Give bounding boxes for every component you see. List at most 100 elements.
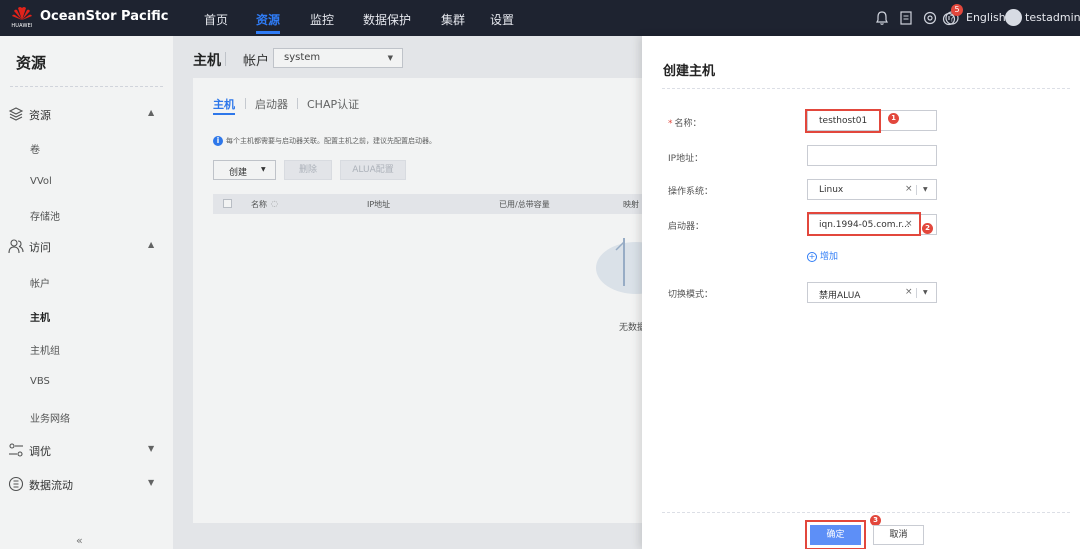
nav-data-protection[interactable]: 数据保护 (363, 11, 411, 28)
add-initiator-link[interactable]: + 增加 (807, 249, 838, 262)
sidebar-divider (10, 86, 163, 87)
clear-icon[interactable]: × (905, 287, 913, 297)
logo-text: HUAWEI (11, 23, 33, 29)
sidebar-item-storage-pool[interactable]: 存储池 (30, 208, 60, 223)
bell-icon[interactable] (874, 10, 890, 26)
sidebar-item-host-group[interactable]: 主机组 (30, 342, 60, 357)
column-mapping[interactable]: 映射 (623, 199, 639, 210)
notification-badge: 5 (951, 4, 963, 16)
sidebar-group-label: 数据流动 (29, 479, 73, 492)
switch-mode-label: 切换模式： (668, 290, 714, 300)
page-title: 主机 (193, 53, 221, 69)
plus-circle-icon: + (807, 252, 817, 262)
users-icon (8, 239, 24, 254)
column-capacity[interactable]: 已用/总带容量 (499, 199, 550, 210)
highlight-box-name (805, 109, 881, 133)
chevron-up-icon: ▲ (148, 240, 155, 249)
os-label: 操作系统： (668, 187, 714, 197)
account-select[interactable]: system ▼ (273, 48, 403, 68)
info-icon: i (213, 136, 223, 146)
collapse-sidebar-icon[interactable]: « (76, 534, 83, 547)
sidebar-group-label: 资源 (29, 109, 51, 122)
huawei-logo: HUAWEI (8, 4, 36, 32)
page-header: 主机 帐户 system ▼ (173, 36, 653, 78)
sidebar-item-service-network[interactable]: 业务网络 (30, 410, 70, 425)
sidebar-item-host[interactable]: 主机 (30, 309, 50, 324)
column-name[interactable]: 名称 (251, 199, 267, 210)
huawei-flower-icon (12, 7, 32, 20)
select-divider (916, 185, 917, 195)
sidebar-group-tuning[interactable]: 调优 ▼ (8, 440, 165, 460)
sidebar-item-vvol[interactable]: VVol (30, 176, 52, 187)
column-ip[interactable]: IP地址 (367, 199, 390, 210)
tuning-icon (9, 443, 23, 457)
sidebar-item-volume[interactable]: 卷 (30, 141, 40, 156)
user-name[interactable]: testadmin (1025, 11, 1080, 24)
hint-text: 每个主机都需要与启动器关联。配置主机之前，建议先配置启动器。 (226, 137, 436, 145)
ip-input[interactable] (807, 145, 937, 166)
chevron-down-icon: ▼ (148, 478, 155, 487)
sidebar-group-label: 访问 (29, 241, 51, 254)
highlight-box-initiator (807, 212, 921, 236)
switch-mode-value: 禁用ALUA (819, 291, 861, 301)
tab-initiator[interactable]: 启动器 (255, 96, 288, 112)
clear-icon[interactable]: × (905, 184, 913, 194)
sidebar: 资源 资源 ▲ 卷 VVol 存储池 访问 ▲ 帐户 主机 主机组 VBS 业务… (0, 36, 173, 549)
os-select[interactable]: Linux × ▼ (807, 179, 937, 200)
tab-chap[interactable]: CHAP认证 (307, 96, 359, 112)
switch-mode-select[interactable]: 禁用ALUA × ▼ (807, 282, 937, 303)
nav-resources[interactable]: 资源 (256, 11, 281, 34)
header-divider (225, 52, 226, 66)
nav-home[interactable]: 首页 (204, 11, 228, 28)
ip-label: IP地址： (668, 154, 704, 164)
add-label: 增加 (820, 252, 839, 262)
chevron-down-icon: ▼ (387, 54, 393, 62)
initiator-label: 启动器： (668, 222, 705, 232)
nav-cluster[interactable]: 集群 (441, 11, 465, 28)
account-label: 帐户 (243, 54, 270, 69)
cancel-button[interactable]: 取消 (873, 525, 924, 545)
highlight-box-confirm (805, 520, 866, 549)
drawer-title: 创建主机 (663, 64, 716, 79)
task-icon[interactable] (898, 10, 914, 26)
layers-icon (8, 107, 24, 121)
account-value: system (284, 52, 321, 63)
gear-icon[interactable] (922, 10, 938, 26)
data-flow-icon (8, 476, 24, 492)
user-avatar[interactable] (1005, 9, 1022, 26)
language-switch[interactable]: English (966, 11, 1006, 24)
drawer-divider (662, 88, 1070, 89)
sidebar-group-access[interactable]: 访问 ▲ (8, 236, 165, 256)
step-marker-1: 1 (888, 113, 899, 124)
sidebar-item-vbs[interactable]: VBS (30, 376, 50, 387)
sidebar-group-data-flow[interactable]: 数据流动 ▼ (8, 474, 165, 494)
delete-button[interactable]: 删除 (284, 160, 332, 180)
chevron-up-icon: ▲ (148, 108, 155, 117)
chevron-down-icon: ▼ (261, 166, 266, 173)
chevron-down-icon: ▼ (148, 444, 155, 453)
name-label-text: 名称： (674, 119, 702, 129)
tab-host[interactable]: 主机 (213, 96, 235, 115)
host-list-panel: 主机 启动器 CHAP认证 i 每个主机都需要与启动器关联。配置主机之前，建议先… (193, 78, 653, 523)
nav-settings[interactable]: 设置 (490, 11, 514, 28)
nav-monitor[interactable]: 监控 (310, 11, 334, 28)
sidebar-item-account[interactable]: 帐户 (30, 275, 50, 290)
name-label: * 名称： (668, 116, 702, 129)
sidebar-group-resources[interactable]: 资源 ▲ (8, 104, 165, 124)
sidebar-group-label: 调优 (29, 445, 51, 458)
step-marker-2: 2 (922, 223, 933, 234)
create-host-drawer: 创建主机 * 名称： testhost01 1 IP地址： 操作系统： Linux… (642, 36, 1080, 549)
create-button[interactable]: 创建 ▼ (213, 160, 276, 180)
required-mark: * (668, 119, 673, 129)
filter-icon[interactable]: ◌ (271, 199, 278, 208)
select-all-checkbox[interactable] (223, 199, 232, 208)
table-header: 名称 ◌ IP地址 已用/总带容量 映射 (213, 194, 653, 214)
select-divider (916, 288, 917, 298)
create-label: 创建 (229, 168, 248, 178)
alua-config-button[interactable]: ALUA配置 (340, 160, 406, 180)
chevron-down-icon[interactable]: ▼ (923, 186, 928, 193)
product-name: OceanStor Pacific (40, 9, 169, 24)
chevron-down-icon[interactable]: ▼ (923, 289, 928, 296)
sidebar-title: 资源 (16, 54, 47, 72)
top-nav-bar: HUAWEI OceanStor Pacific 首页 资源 监控 数据保护 集… (0, 0, 1080, 36)
